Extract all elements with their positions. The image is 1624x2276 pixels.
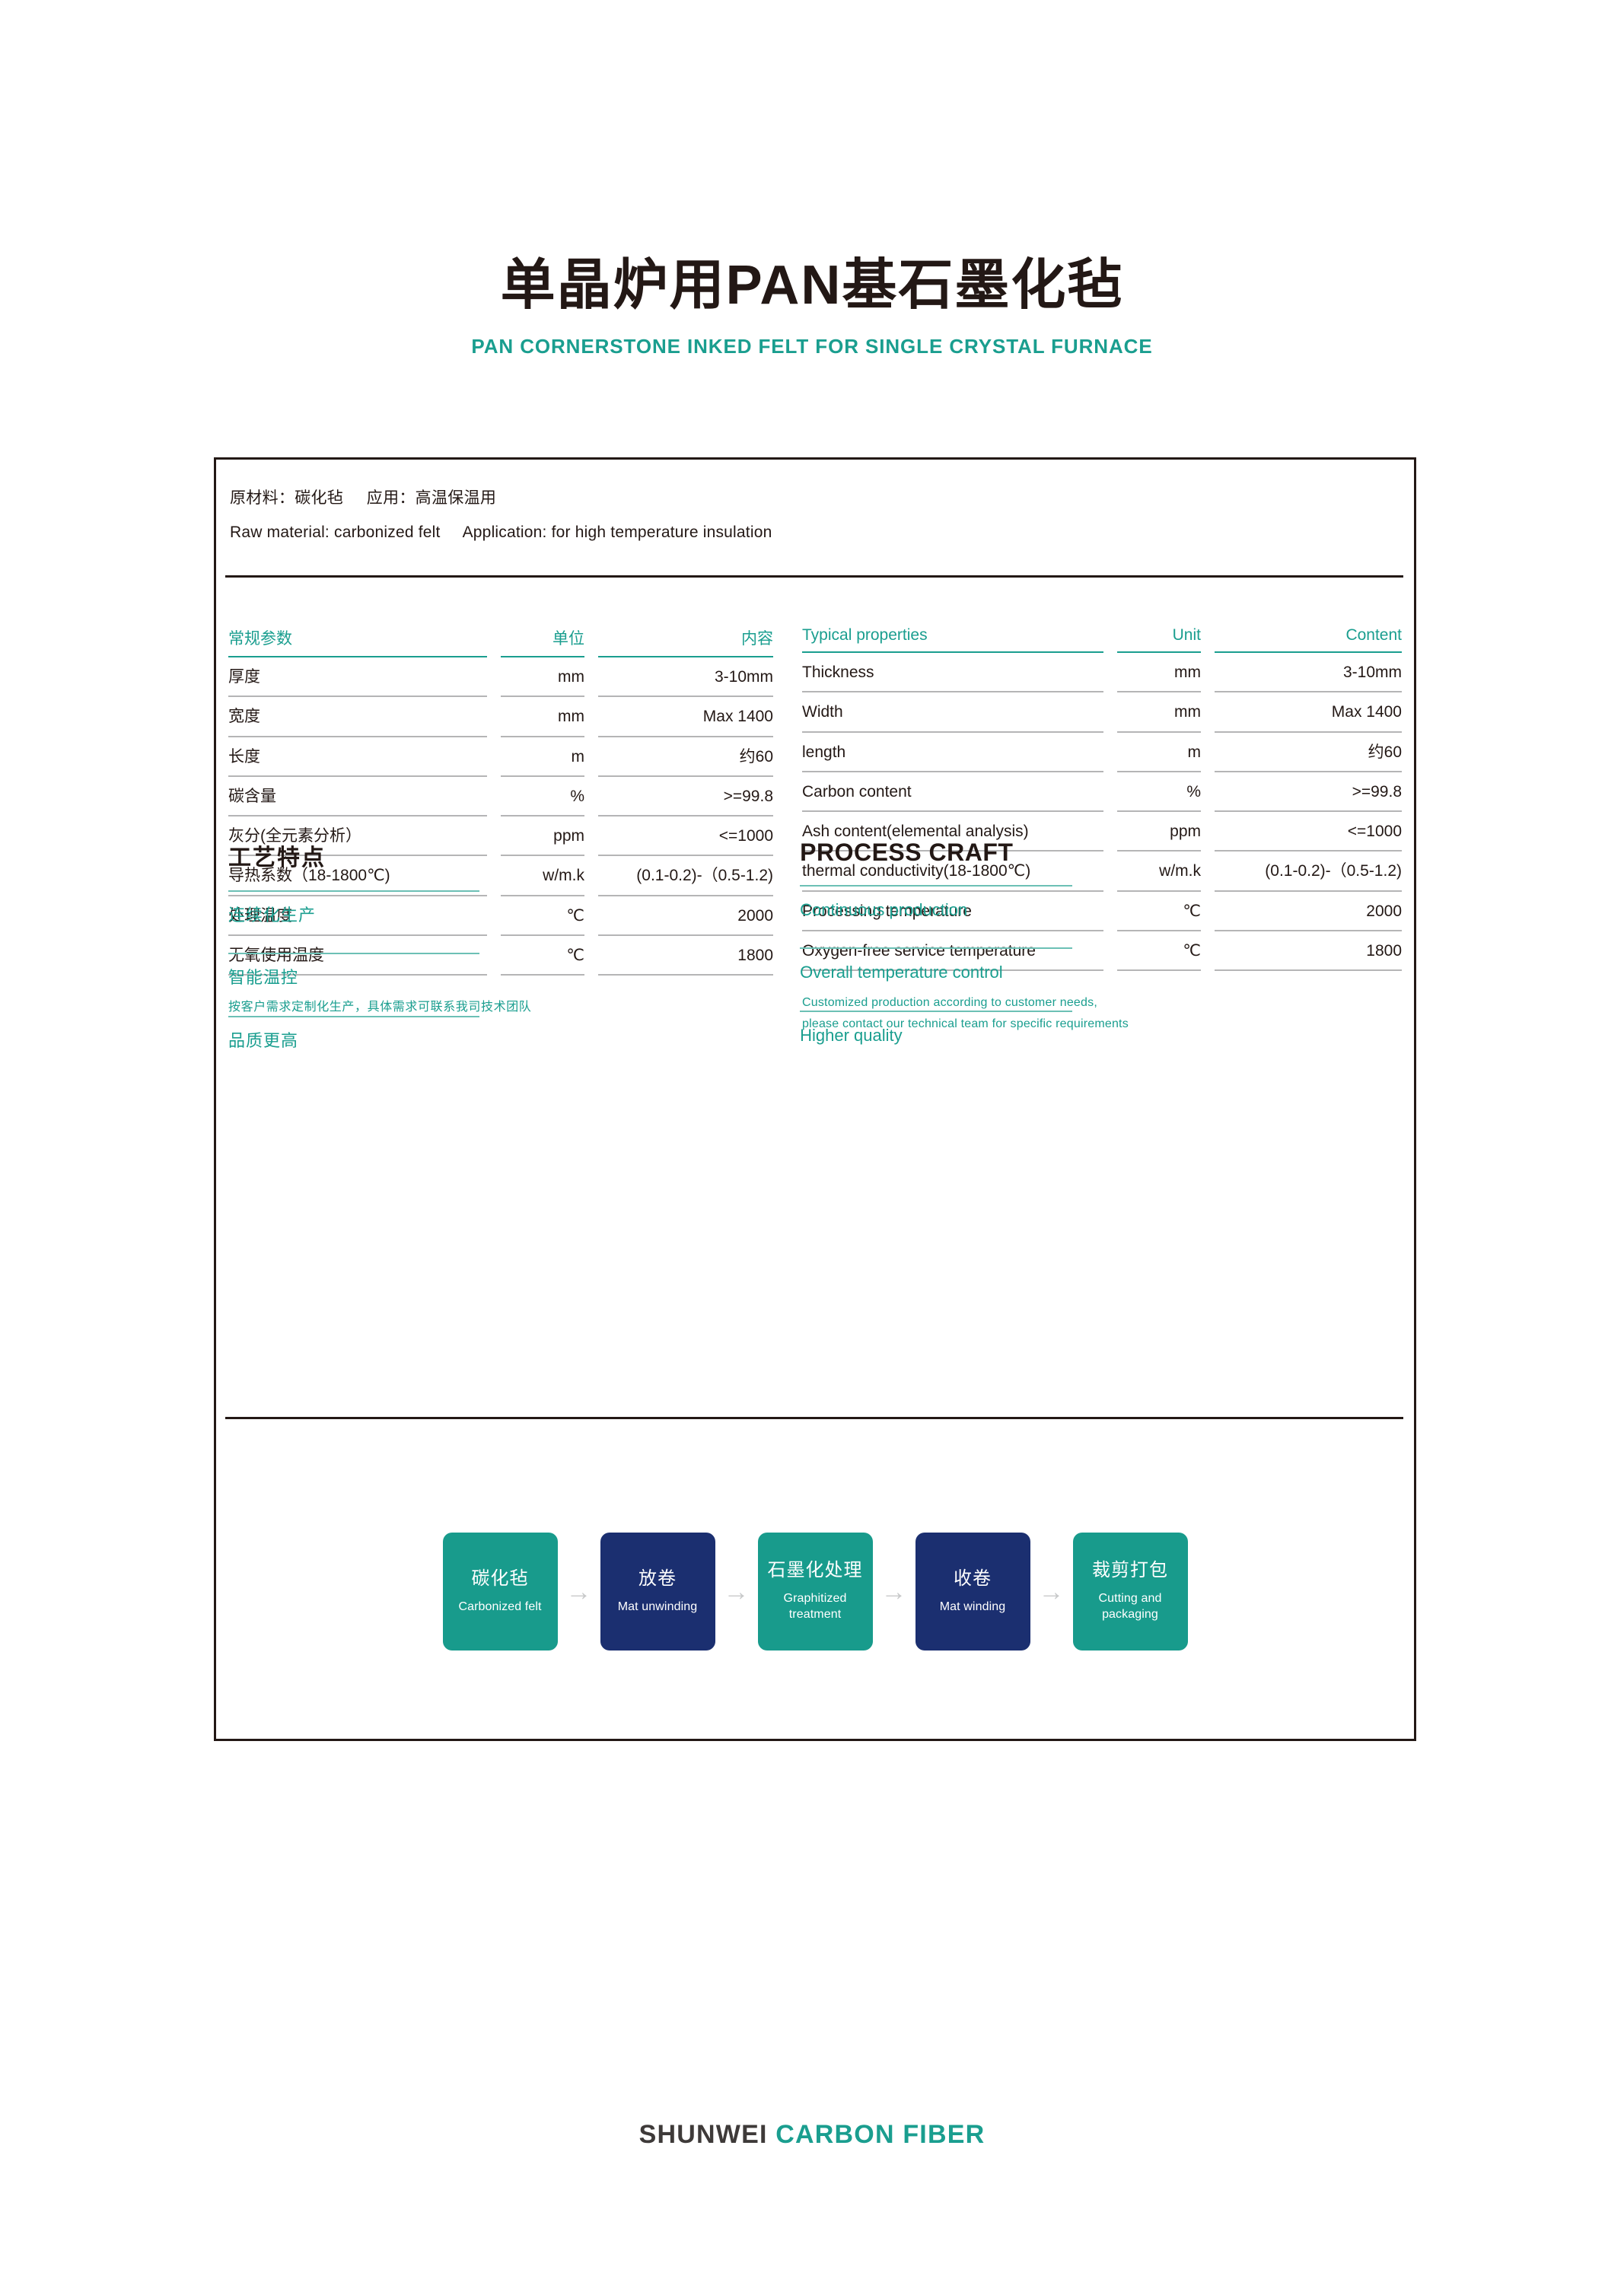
cell-parameter: 宽度: [228, 697, 487, 737]
cell-parameter: 长度: [228, 737, 487, 777]
footer-brand: SHUNWEI CARBON FIBER: [0, 2120, 1624, 2150]
craft-item: Overall temperature control: [800, 947, 1073, 1010]
material-info: 原材料：碳化毡 应用：高温保温用 Raw material: carbonize…: [230, 485, 1371, 542]
page-title-en: PAN CORNERSTONE INKED FELT FOR SINGLE CR…: [471, 334, 1153, 358]
flow-step: 碳化毡 Carbonized felt: [442, 1533, 558, 1650]
process-craft-list-cn: 连续化生产 智能温控 品质更高: [228, 890, 792, 1051]
process-craft-cn: 工艺特点 连续化生产 智能温控 品质更高: [216, 839, 792, 1051]
cell-unit: m: [1117, 733, 1201, 772]
flow-step: 放卷 Mat unwinding: [600, 1533, 715, 1650]
page-header: 单晶炉用PAN基石墨化毡 PAN CORNERSTONE INKED FELT …: [0, 255, 1624, 358]
spec-sheet-panel: 原材料：碳化毡 应用：高温保温用 Raw material: carbonize…: [214, 457, 1416, 1741]
flow-step: 裁剪打包 Cutting and packaging: [1072, 1533, 1188, 1650]
cell-content: 3-10mm: [598, 657, 773, 698]
table-row: 碳含量 % >=99.8: [228, 777, 773, 816]
col-header-unit: 单位: [501, 626, 584, 657]
brand-name-accent: CARBON FIBER: [775, 2120, 986, 2149]
brand-name-primary: SHUNWEI: [638, 2120, 768, 2149]
table-row: 宽度 mm Max 1400: [228, 697, 773, 737]
process-craft-en: PROCESS CRAFT Continuous production Over…: [792, 839, 1414, 1051]
cell-content: >=99.8: [1215, 772, 1402, 812]
cell-unit: %: [1117, 772, 1201, 812]
cell-property: Thickness: [802, 653, 1103, 693]
flow-step-label-cn: 裁剪打包: [1092, 1560, 1168, 1581]
cell-content: >=99.8: [598, 777, 773, 816]
col-header-parameter: 常规参数: [228, 626, 487, 657]
cell-content: Max 1400: [598, 697, 773, 737]
material-info-en: Raw material: carbonized felt Applicatio…: [230, 524, 772, 541]
flow-step-label-en: Carbonized felt: [458, 1600, 542, 1613]
cell-content: 约60: [598, 737, 773, 777]
table-row: Carbon content % >=99.8: [802, 772, 1402, 812]
arrow-right-icon: →: [880, 1577, 907, 1606]
cell-unit: mm: [1117, 653, 1201, 693]
process-craft-title-cn: 工艺特点: [228, 845, 326, 871]
flow-step-label-en: Cutting and packaging: [1098, 1592, 1162, 1621]
cell-parameter: 厚度: [228, 657, 487, 698]
flow-step-label-en: Mat unwinding: [617, 1600, 698, 1613]
process-flow-diagram: 碳化毡 Carbonized felt → 放卷 Mat unwinding →…: [216, 1533, 1414, 1650]
material-info-cn: 原材料：碳化毡 应用：高温保温用: [230, 489, 497, 507]
cell-content: 约60: [1215, 733, 1402, 772]
arrow-right-icon: →: [565, 1577, 592, 1606]
cell-unit: %: [501, 777, 584, 816]
flow-step-label-cn: 收卷: [954, 1568, 992, 1589]
craft-item: 智能温控: [228, 953, 479, 1015]
divider-top: [225, 575, 1403, 578]
col-header-content: Content: [1215, 626, 1402, 653]
table-row: Width mm Max 1400: [802, 692, 1402, 733]
flow-step: 收卷 Mat winding: [915, 1533, 1030, 1650]
table-header-row: 常规参数 单位 内容: [228, 626, 773, 657]
arrow-right-icon: →: [723, 1577, 750, 1606]
cell-unit: mm: [501, 657, 584, 698]
process-craft-section: 工艺特点 连续化生产 智能温控 品质更高 PROCESS CRAFT Conti…: [216, 839, 1414, 1051]
flow-step-label-en: Mat winding: [939, 1600, 1006, 1613]
process-craft-list-en: Continuous production Overall temperatur…: [800, 885, 1414, 1046]
flow-step-label-cn: 放卷: [638, 1568, 677, 1589]
craft-item: Higher quality: [800, 1010, 1073, 1046]
table-row: 长度 m 约60: [228, 737, 773, 777]
divider-bottom: [225, 1417, 1403, 1419]
table-row: 厚度 mm 3-10mm: [228, 657, 773, 698]
table-row: Thickness mm 3-10mm: [802, 653, 1402, 693]
cell-content: Max 1400: [1215, 692, 1402, 733]
process-craft-title-en: PROCESS CRAFT: [800, 839, 1014, 866]
cell-property: length: [802, 733, 1103, 772]
arrow-right-icon: →: [1038, 1577, 1065, 1606]
cell-content: 3-10mm: [1215, 653, 1402, 693]
col-header-unit: Unit: [1117, 626, 1201, 653]
col-header-content: 内容: [598, 626, 773, 657]
cell-unit: mm: [1117, 692, 1201, 733]
cell-property: Carbon content: [802, 772, 1103, 812]
craft-item: 品质更高: [228, 1015, 479, 1051]
flow-step-label-en: Graphitized treatment: [783, 1592, 847, 1621]
table-row: length m 约60: [802, 733, 1402, 772]
cell-unit: mm: [501, 697, 584, 737]
cell-parameter: 碳含量: [228, 777, 487, 816]
cell-property: Width: [802, 692, 1103, 733]
page-title-cn: 单晶炉用PAN基石墨化毡: [500, 255, 1124, 316]
craft-item: Continuous production: [800, 885, 1073, 947]
cell-unit: m: [501, 737, 584, 777]
table-header-row: Typical properties Unit Content: [802, 626, 1402, 653]
col-header-property: Typical properties: [802, 626, 1103, 653]
flow-step-label-cn: 石墨化处理: [767, 1560, 863, 1581]
craft-item: 连续化生产: [228, 890, 479, 953]
flow-step-label-cn: 碳化毡: [471, 1568, 529, 1589]
flow-step: 石墨化处理 Graphitized treatment: [757, 1533, 873, 1650]
